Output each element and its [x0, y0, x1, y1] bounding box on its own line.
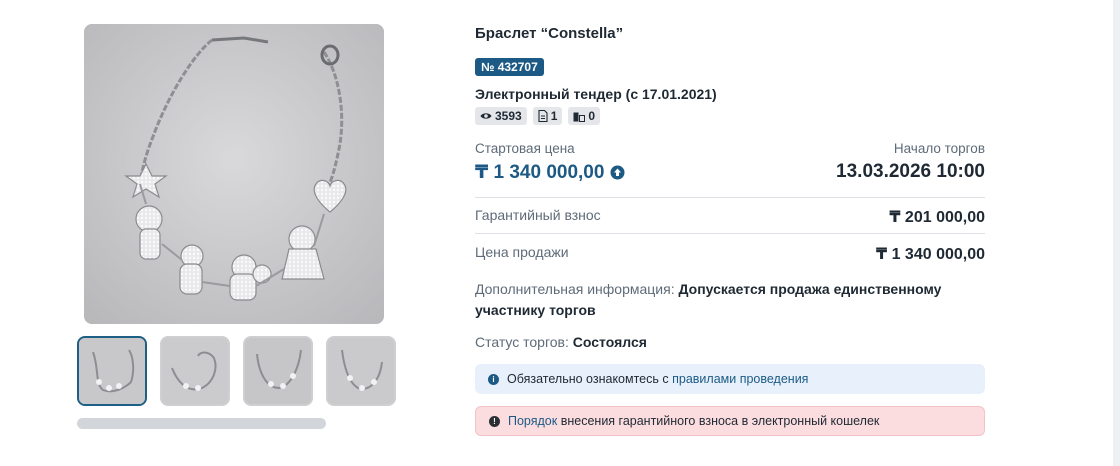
thumbnail-image [79, 338, 145, 404]
document-icon [538, 110, 548, 122]
thumbnail-image [245, 338, 311, 404]
thumbnail-3[interactable] [243, 336, 313, 406]
thumbnail-image [162, 338, 228, 404]
rules-link[interactable]: правилами проведения [672, 372, 808, 386]
auction-status-value: Состоялся [572, 334, 647, 350]
rules-notice-text: Обязательно ознакомтесь с правилами пров… [507, 372, 808, 386]
alert-icon: ! [489, 415, 500, 427]
participants-count: 0 [588, 109, 596, 123]
deposit-procedure-link[interactable]: Порядок [508, 414, 557, 428]
thumbnail-2[interactable] [160, 336, 230, 406]
start-time-label: Начало торгов [893, 141, 985, 156]
start-price-value: ₸ 1 340 000,00 [475, 162, 605, 183]
thumbnail-image [328, 338, 394, 404]
bracelet-image [84, 24, 384, 324]
start-price-label: Стартовая цена [475, 141, 575, 156]
rules-notice-prefix: Обязательно ознакомтесь с [507, 372, 669, 386]
thumbnail-scrollbar[interactable] [77, 418, 326, 429]
auction-status: Статус торгов: Состоялся [475, 334, 647, 350]
rules-notice: i Обязательно ознакомтесь с правилами пр… [475, 364, 985, 394]
arrow-up-circle-icon[interactable] [610, 165, 625, 180]
additional-info-label: Дополнительная информация: [475, 281, 675, 297]
deposit-notice: ! Порядок внесения гарантийного взноса в… [475, 406, 985, 436]
views-count: 3593 [495, 109, 522, 123]
documents-count: 1 [550, 109, 558, 123]
thumbnail-4[interactable] [326, 336, 396, 406]
tender-type: Электронный тендер (с 17.01.2021) [475, 86, 717, 102]
views-counter: 3593 [475, 107, 527, 125]
auction-status-label: Статус торгов: [475, 334, 569, 350]
lot-number-badge: № 432707 [475, 58, 544, 76]
deposit-label: Гарантийный взнос [475, 207, 601, 223]
start-price: ₸ 1 340 000,00 [475, 161, 625, 184]
additional-info: Дополнительная информация: Допускается п… [475, 279, 985, 321]
participants-icon [573, 112, 586, 122]
sale-price-value: ₸ 1 340 000,00 [876, 246, 985, 263]
divider [475, 233, 985, 234]
documents-counter: 1 [532, 107, 563, 125]
participants-counter: 0 [568, 107, 601, 125]
start-time-value: 13.03.2026 10:00 [836, 161, 985, 182]
thumbnail-strip [77, 336, 396, 406]
deposit-notice-suffix: внесения гарантийного взноса в электронн… [560, 414, 880, 428]
divider [475, 197, 985, 198]
main-product-photo[interactable] [84, 24, 384, 324]
deposit-notice-text: Порядок внесения гарантийного взноса в э… [508, 414, 879, 428]
lot-title: Браслет “Constella” [475, 25, 624, 42]
page-edge [1113, 0, 1120, 466]
info-icon: i [488, 373, 499, 385]
lot-counters: 3593 1 0 [475, 107, 601, 125]
thumbnail-1[interactable] [77, 336, 147, 406]
deposit-value: ₸ 201 000,00 [889, 209, 985, 226]
eye-icon [480, 113, 492, 119]
sale-price-label: Цена продажи [475, 244, 569, 260]
